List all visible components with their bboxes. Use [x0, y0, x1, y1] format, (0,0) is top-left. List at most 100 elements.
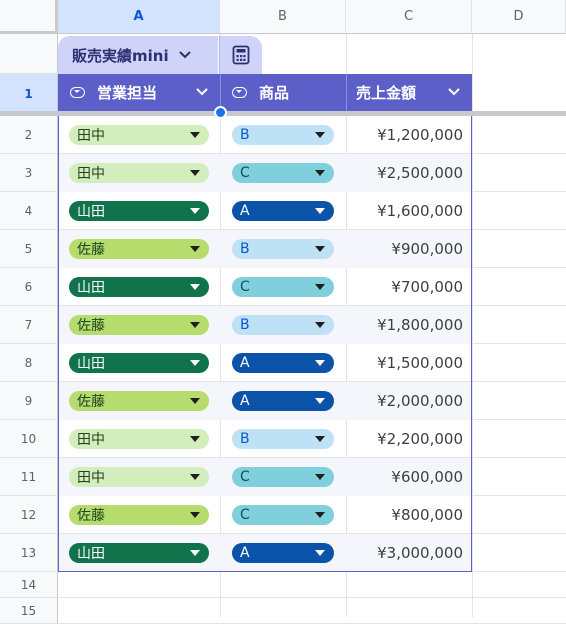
grid-line: [58, 597, 566, 598]
product-dropdown-chip[interactable]: C: [232, 505, 334, 525]
rep-dropdown-chip[interactable]: 佐藤: [69, 391, 209, 411]
amount-cell[interactable]: ¥3,000,000: [377, 534, 463, 572]
rep-dropdown-chip[interactable]: 山田: [69, 543, 209, 563]
rep-value: 山田: [77, 546, 105, 562]
chevron-down-icon[interactable]: [448, 85, 460, 100]
product-value: B: [240, 127, 250, 143]
amount-cell[interactable]: ¥900,000: [391, 230, 463, 268]
rep-dropdown-chip[interactable]: 山田: [69, 353, 209, 373]
triangle-down-icon: [315, 512, 325, 518]
triangle-down-icon: [315, 436, 325, 442]
product-dropdown-chip[interactable]: B: [232, 125, 334, 145]
rep-dropdown-chip[interactable]: 佐藤: [69, 505, 209, 525]
chevron-down-icon[interactable]: [178, 47, 191, 63]
header-amount-label: 売上金額: [356, 84, 417, 102]
triangle-down-icon: [315, 170, 325, 176]
rep-value: 佐藤: [77, 508, 105, 524]
triangle-down-icon: [190, 360, 200, 366]
product-dropdown-chip[interactable]: C: [232, 467, 334, 487]
rep-dropdown-chip[interactable]: 佐藤: [69, 315, 209, 335]
triangle-down-icon: [315, 246, 325, 252]
column-header-d[interactable]: D: [472, 0, 566, 34]
row-header[interactable]: 1: [0, 74, 58, 114]
rep-dropdown-chip[interactable]: 山田: [69, 201, 209, 221]
row-header[interactable]: 7: [0, 306, 58, 344]
row-header[interactable]: 10: [0, 420, 58, 458]
row-header[interactable]: 2: [0, 116, 58, 154]
chevron-down-icon[interactable]: [196, 85, 208, 100]
triangle-down-icon: [190, 474, 200, 480]
table-name-tab[interactable]: 販売実績mini: [58, 36, 218, 74]
column-header-a[interactable]: A: [58, 0, 220, 34]
grid-line: [472, 34, 473, 617]
table-row: 田中 C ¥2,500,000: [59, 154, 471, 192]
amount-cell[interactable]: ¥1,800,000: [377, 306, 463, 344]
column-header-c[interactable]: C: [346, 0, 472, 34]
product-value: C: [240, 279, 250, 295]
header-product[interactable]: 商品: [220, 74, 346, 111]
row-header[interactable]: 3: [0, 154, 58, 192]
amount-cell[interactable]: ¥2,000,000: [377, 382, 463, 420]
row-header[interactable]: 13: [0, 534, 58, 572]
row-header[interactable]: 14: [0, 572, 58, 598]
select-all-corner[interactable]: [0, 0, 58, 34]
triangle-down-icon: [315, 398, 325, 404]
calculator-icon[interactable]: [220, 36, 262, 74]
amount-cell[interactable]: ¥2,200,000: [377, 420, 463, 458]
rep-value: 佐藤: [77, 318, 105, 334]
product-dropdown-chip[interactable]: B: [232, 239, 334, 259]
header-amount[interactable]: 売上金額: [346, 74, 472, 111]
rep-dropdown-chip[interactable]: 田中: [69, 429, 209, 449]
amount-cell[interactable]: ¥1,500,000: [377, 344, 463, 382]
amount-cell[interactable]: ¥1,600,000: [377, 192, 463, 230]
table-row: 田中 B ¥2,200,000: [59, 420, 471, 458]
product-dropdown-chip[interactable]: A: [232, 391, 334, 411]
rep-dropdown-chip[interactable]: 田中: [69, 163, 209, 183]
triangle-down-icon: [190, 132, 200, 138]
rep-dropdown-chip[interactable]: 佐藤: [69, 239, 209, 259]
row-header[interactable]: 9: [0, 382, 58, 420]
table-row: 佐藤 B ¥900,000: [59, 230, 471, 268]
product-value: C: [240, 507, 250, 523]
header-rep[interactable]: 営業担当: [58, 74, 220, 111]
amount-cell[interactable]: ¥2,500,000: [377, 154, 463, 192]
row-header[interactable]: 8: [0, 344, 58, 382]
rep-value: 山田: [77, 280, 105, 296]
row-header[interactable]: 15: [0, 598, 58, 624]
product-dropdown-chip[interactable]: C: [232, 163, 334, 183]
table-name: 販売実績mini: [72, 46, 169, 65]
spreadsheet-grid: ABCD 1 2 3 4 5 6 7 8 9 10 11 12 13 14 15 販売実績mini: [0, 0, 566, 624]
amount-cell[interactable]: ¥1,200,000: [377, 116, 463, 154]
rep-value: 山田: [77, 356, 105, 372]
amount-cell[interactable]: ¥600,000: [391, 458, 463, 496]
product-dropdown-chip[interactable]: C: [232, 277, 334, 297]
product-value: A: [240, 203, 250, 219]
selection-handle[interactable]: [214, 106, 227, 119]
rep-dropdown-chip[interactable]: 田中: [69, 125, 209, 145]
triangle-down-icon: [315, 132, 325, 138]
rep-dropdown-chip[interactable]: 山田: [69, 277, 209, 297]
row-header[interactable]: 12: [0, 496, 58, 534]
row-header[interactable]: 6: [0, 268, 58, 306]
row-header[interactable]: 4: [0, 192, 58, 230]
table-row: 山田 A ¥3,000,000: [59, 534, 471, 572]
product-value: A: [240, 355, 250, 371]
triangle-down-icon: [190, 246, 200, 252]
product-dropdown-chip[interactable]: A: [232, 201, 334, 221]
product-dropdown-chip[interactable]: B: [232, 315, 334, 335]
amount-cell[interactable]: ¥800,000: [391, 496, 463, 534]
triangle-down-icon: [315, 360, 325, 366]
product-dropdown-chip[interactable]: A: [232, 353, 334, 373]
row-header[interactable]: 5: [0, 230, 58, 268]
table-row: 田中 C ¥600,000: [59, 458, 471, 496]
product-dropdown-chip[interactable]: A: [232, 543, 334, 563]
amount-cell[interactable]: ¥700,000: [391, 268, 463, 306]
product-dropdown-chip[interactable]: B: [232, 429, 334, 449]
rep-dropdown-chip[interactable]: 田中: [69, 467, 209, 487]
header-divider: [346, 74, 347, 111]
row-header-blank: [0, 34, 58, 74]
rep-value: 佐藤: [77, 242, 105, 258]
table-row: 山田 C ¥700,000: [59, 268, 471, 306]
column-header-b[interactable]: B: [220, 0, 346, 34]
row-header[interactable]: 11: [0, 458, 58, 496]
